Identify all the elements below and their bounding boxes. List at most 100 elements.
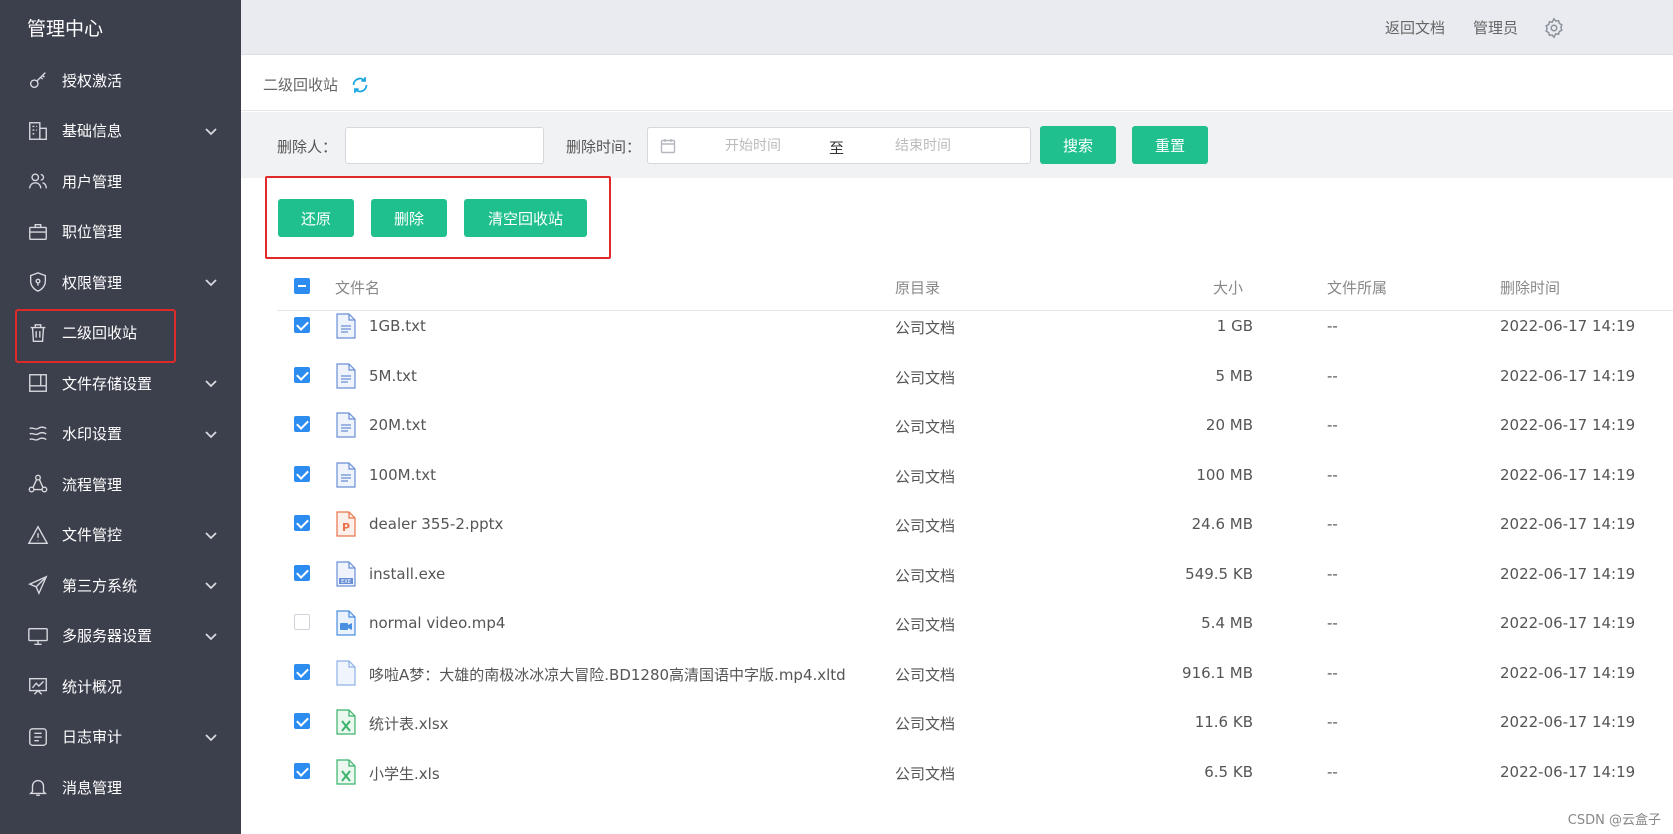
sidebar-item[interactable]: 文件管控 [0,510,241,560]
table-row[interactable]: 统计表.xlsx 公司文档 11.6 KB -- 2022-06-17 14:19 [277,697,1673,749]
start-date-input[interactable] [688,134,818,158]
sidebar-item-label: 用户管理 [62,172,123,191]
svg-text:P: P [342,521,350,534]
sidebar-item[interactable]: 基础信息 [0,106,241,156]
sidebar-item[interactable]: 消息管理 [0,762,241,812]
table-row[interactable]: EXE install.exe 公司文档 549.5 KB -- 2022-06-17 1… [277,549,1673,601]
original-dir: 公司文档 [895,764,956,783]
chevron-down-icon[interactable] [203,628,219,644]
file-xlsx-icon [335,758,357,785]
sidebar-item[interactable]: 文件存储设置 [0,358,241,408]
sidebar-item[interactable]: 统计概况 [0,661,241,711]
file-name[interactable]: 哆啦A梦：大雄的南极冰冰凉大冒险.BD1280高清国语中字版.mp4.xltd [369,664,846,685]
table-row[interactable]: 小学生.xls 公司文档 6.5 KB -- 2022-06-17 14:19 [277,747,1673,799]
chevron-down-icon[interactable] [203,375,219,391]
chevron-down-icon[interactable] [203,426,219,442]
header-owner[interactable]: 文件所属 [1327,277,1387,298]
sidebar-item[interactable]: 职位管理 [0,207,241,257]
end-date-input[interactable] [858,134,988,158]
row-checkbox[interactable] [294,366,310,383]
sidebar-item[interactable]: 第三方系统 [0,560,241,610]
sidebar-item-label: 授权激活 [62,71,123,90]
header-size[interactable]: 大小 [1213,277,1243,298]
delete-time: 2022-06-17 14:19 [1500,713,1636,731]
user-menu[interactable]: 管理员 [1473,17,1518,38]
row-checkbox[interactable] [294,465,310,482]
delete-time-label: 删除时间： [566,138,642,156]
file-name[interactable]: 小学生.xls [369,763,440,784]
sidebar-item[interactable]: 授权激活 [0,55,241,105]
delete-time: 2022-06-17 14:19 [1500,366,1636,385]
sidebar-item[interactable]: 用户管理 [0,156,241,206]
date-range-picker[interactable]: 至 [647,127,1031,164]
file-name[interactable]: 统计表.xlsx [369,713,449,734]
select-all-checkbox[interactable] [294,278,310,294]
file-name[interactable]: install.exe [369,565,445,583]
chevron-down-icon[interactable] [203,274,219,290]
original-dir: 公司文档 [895,319,956,337]
table-row[interactable]: 5M.txt 公司文档 5 MB -- 2022-06-17 14:19 [277,351,1673,403]
refresh-icon[interactable] [349,74,371,96]
table-row[interactable]: 20M.txt 公司文档 20 MB -- 2022-06-17 14:19 [277,400,1673,452]
sidebar-item[interactable]: 流程管理 [0,459,241,509]
sidebar-item-label: 消息管理 [62,778,123,797]
chevron-down-icon[interactable] [203,577,219,593]
search-button[interactable]: 搜索 [1040,126,1116,164]
row-checkbox[interactable] [294,614,310,630]
watermark-text: CSDN @云盒子 [1567,813,1661,828]
briefcase-icon [27,221,49,243]
warning-icon [27,524,49,546]
original-dir: 公司文档 [895,467,956,486]
sidebar-item[interactable]: 日志审计 [0,712,241,762]
back-to-docs-link[interactable]: 返回文档 [1385,17,1445,38]
table-row[interactable]: normal video.mp4 公司文档 5.4 MB -- 2022-06-17 1… [277,598,1673,650]
header-dir[interactable]: 原目录 [895,277,940,298]
header-time[interactable]: 删除时间 [1500,277,1560,298]
send-icon [27,574,49,596]
file-name[interactable]: 5M.txt [369,367,417,385]
file-owner: -- [1327,465,1338,484]
row-checkbox[interactable] [294,663,310,680]
file-size: 916.1 MB [1182,663,1253,682]
deleter-input[interactable] [345,127,544,164]
empty-recycle-bin-button[interactable]: 清空回收站 [464,199,587,237]
reset-button[interactable]: 重置 [1132,126,1208,164]
file-name[interactable]: normal video.mp4 [369,614,505,632]
file-size: 549.5 KB [1185,564,1253,583]
chevron-down-icon[interactable] [203,527,219,543]
file-owner: -- [1327,564,1338,583]
header-name[interactable]: 文件名 [335,277,380,298]
sidebar-item-label: 多服务器设置 [62,627,153,645]
brand-title: 管理中心 [27,18,104,40]
table-row[interactable]: 100M.txt 公司文档 100 MB -- 2022-06-17 14:19 [277,450,1673,502]
file-name[interactable]: 20M.txt [369,416,426,434]
sidebar-item[interactable]: 多服务器设置 [0,611,241,661]
row-checkbox[interactable] [294,564,310,581]
table-row[interactable]: 哆啦A梦：大雄的南极冰冰凉大冒险.BD1280高清国语中字版.mp4.xltd 公… [277,648,1673,700]
file-owner: -- [1327,416,1338,434]
table-row[interactable]: Pdealer 355-2.pptx 公司文档 24.6 MB -- 2022-06-1… [277,499,1673,551]
file-owner: -- [1327,317,1338,335]
sidebar-item[interactable]: 水印设置 [0,409,241,459]
gear-icon[interactable] [1543,17,1565,39]
file-name[interactable]: 1GB.txt [369,317,426,335]
row-checkbox[interactable] [294,416,310,432]
restore-button[interactable]: 还原 [278,199,354,237]
row-checkbox[interactable] [294,317,310,333]
chevron-down-icon[interactable] [203,123,219,139]
row-checkbox[interactable] [294,515,310,531]
file-name[interactable]: dealer 355-2.pptx [369,515,503,533]
file-name[interactable]: 100M.txt [369,466,436,484]
original-dir: 公司文档 [895,418,956,436]
sidebar-item-label: 统计概况 [62,677,123,696]
row-checkbox[interactable] [294,713,310,729]
original-dir: 公司文档 [895,616,956,634]
chevron-down-icon[interactable] [203,729,219,745]
delete-button[interactable]: 删除 [371,199,447,237]
row-checkbox[interactable] [294,762,310,779]
sidebar-item-label: 水印设置 [62,425,123,443]
sidebar-item[interactable]: 权限管理 [0,257,241,307]
table-row[interactable]: 1GB.txt 公司文档 1 GB -- 2022-06-17 14:19 [277,301,1673,353]
file-txt-icon [335,362,357,389]
delete-time: 2022-06-17 14:19 [1500,515,1636,533]
